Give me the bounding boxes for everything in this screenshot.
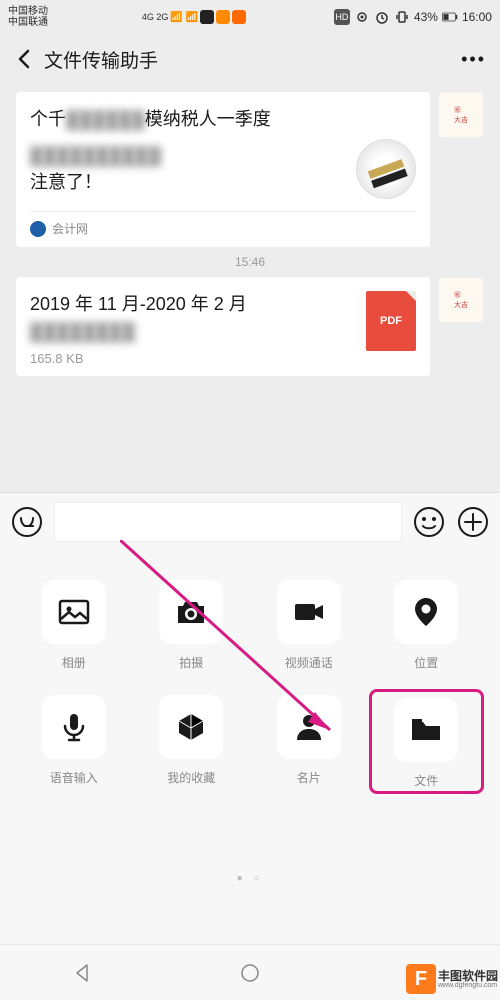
- attach-camera[interactable]: 拍摄: [138, 580, 246, 671]
- message-input[interactable]: [54, 502, 402, 542]
- alarm-icon: [374, 9, 390, 25]
- attach-file-label: 文件: [414, 772, 438, 789]
- file-size: 165.8 KB: [30, 351, 354, 366]
- pdf-icon: PDF: [366, 291, 416, 351]
- message-card-article[interactable]: ㊗大吉 个千▓▓▓▓▓▓模纳税人一季度 ▓▓▓▓▓▓▓▓▓▓ 注意了！ 会计网: [16, 92, 430, 247]
- status-right: HD 43% 16:00: [334, 9, 492, 25]
- timestamp: 15:46: [8, 255, 492, 269]
- attach-videocall-label: 视频通话: [285, 654, 333, 671]
- attach-location-label: 位置: [414, 654, 438, 671]
- nav-back[interactable]: [71, 961, 95, 985]
- carrier-2: 中国联通: [8, 17, 48, 28]
- attach-voiceinput-label: 语音输入: [50, 769, 98, 786]
- back-button[interactable]: [14, 48, 36, 70]
- hd-icon: HD: [334, 9, 350, 25]
- battery-icon: [442, 9, 458, 25]
- source-icon: [30, 221, 46, 237]
- file-name: 2019 年 11 月-2020 年 2 月 ▓▓▓▓▓▓▓▓: [30, 291, 354, 345]
- voice-button[interactable]: [10, 505, 44, 539]
- attach-contact[interactable]: 名片: [255, 695, 363, 792]
- plus-button[interactable]: [456, 505, 490, 539]
- battery-percent: 43%: [414, 10, 438, 24]
- attach-voiceinput[interactable]: 语音输入: [20, 695, 128, 792]
- attach-camera-label: 拍摄: [179, 654, 203, 671]
- vibrate-icon: [394, 9, 410, 25]
- attach-favorites[interactable]: 我的收藏: [138, 695, 246, 792]
- attach-favorites-label: 我的收藏: [167, 769, 215, 786]
- article-text: ▓▓▓▓▓▓▓▓▓▓ 注意了！: [30, 142, 346, 196]
- attachment-panel: 相册 拍摄 视频通话 位置 语音输入 我的收藏 名片 文件: [0, 550, 500, 944]
- network-type: 4G 2G: [142, 12, 169, 22]
- message-card-file[interactable]: ㊗大吉 2019 年 11 月-2020 年 2 月 ▓▓▓▓▓▓▓▓ 165.…: [16, 277, 430, 376]
- status-app-icons: 4G 2G 📶 📶: [142, 10, 246, 24]
- nav-home[interactable]: [238, 961, 262, 985]
- clock-time: 16:00: [462, 10, 492, 24]
- attach-videocall[interactable]: 视频通话: [255, 580, 363, 671]
- chat-header: 文件传输助手 •••: [0, 34, 500, 84]
- attach-album-label: 相册: [62, 654, 86, 671]
- avatar[interactable]: ㊗大吉: [438, 277, 484, 323]
- status-bar: 中国移动 中国联通 4G 2G 📶 📶 HD 43% 16:00: [0, 0, 500, 34]
- source-label: 会计网: [52, 220, 88, 237]
- app-icon-1: [200, 10, 214, 24]
- emoji-button[interactable]: [412, 505, 446, 539]
- carrier-block: 中国移动 中国联通: [8, 6, 48, 28]
- attach-file[interactable]: 文件: [369, 689, 485, 794]
- attach-contact-label: 名片: [297, 769, 321, 786]
- more-button[interactable]: •••: [461, 49, 486, 70]
- eye-icon: [354, 9, 370, 25]
- article-source: 会计网: [30, 211, 416, 237]
- avatar[interactable]: ㊗大吉: [438, 92, 484, 138]
- watermark: F 丰图软件园 www.dgfengtu.com: [406, 964, 498, 994]
- attach-location[interactable]: 位置: [373, 580, 481, 671]
- attach-album[interactable]: 相册: [20, 580, 128, 671]
- chat-area: ㊗大吉 个千▓▓▓▓▓▓模纳税人一季度 ▓▓▓▓▓▓▓▓▓▓ 注意了！ 会计网 …: [0, 92, 500, 376]
- app-icon-2: [216, 10, 230, 24]
- chat-input-bar: [0, 492, 500, 550]
- article-thumb: [356, 139, 416, 199]
- app-icon-3: [232, 10, 246, 24]
- carrier-1: 中国移动: [8, 6, 48, 17]
- page-indicator: ● ○: [0, 873, 500, 884]
- watermark-icon: F: [406, 964, 436, 994]
- article-title: 个千▓▓▓▓▓▓模纳税人一季度: [30, 106, 416, 133]
- signal-icon: 📶 📶: [170, 12, 198, 23]
- chat-title: 文件传输助手: [44, 46, 158, 73]
- watermark-text: 丰图软件园 www.dgfengtu.com: [438, 970, 498, 989]
